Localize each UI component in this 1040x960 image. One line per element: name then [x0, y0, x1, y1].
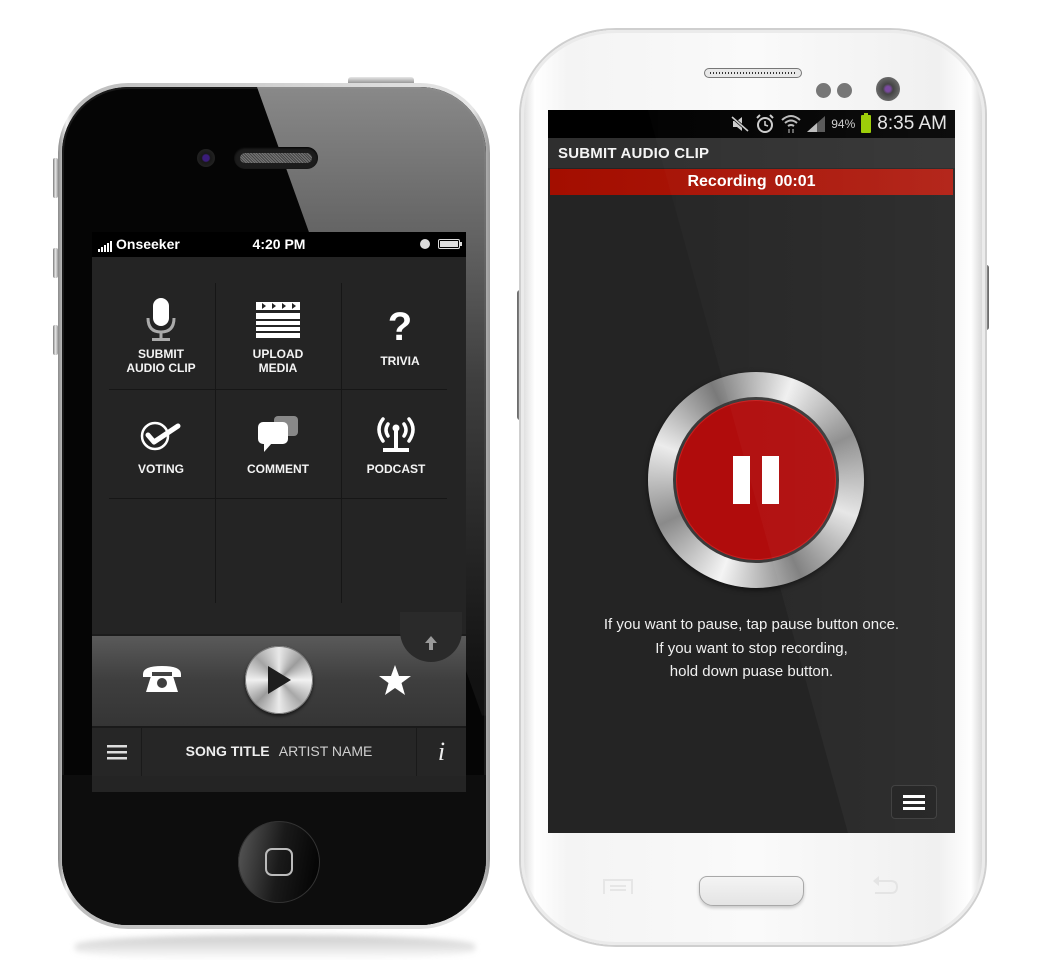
- recording-status-bar: Recording 00:01: [550, 169, 953, 195]
- artist-name: ARTIST NAME: [278, 743, 373, 759]
- ios-status-bar: Onseeker 4:20 PM: [92, 232, 466, 257]
- signal-icon: [807, 116, 826, 132]
- instructions: If you want to pause, tap pause button o…: [548, 613, 955, 684]
- favorite-button[interactable]: [378, 664, 412, 701]
- recording-label: Recording: [687, 173, 767, 190]
- back-key[interactable]: [871, 876, 899, 899]
- iphone-device: Onseeker 4:20 PM SUBMIT AUDIO CLIP UPLOA…: [58, 83, 490, 929]
- battery-percent: 94%: [831, 117, 856, 131]
- alarm-icon: [756, 114, 774, 133]
- proximity-sensor: [816, 83, 831, 98]
- feature-grid: SUBMIT AUDIO CLIP UPLOAD MEDIA ? TRIVIA …: [109, 283, 447, 603]
- grid-item-label: COMMENT: [247, 462, 309, 476]
- info-button[interactable]: i: [416, 728, 466, 776]
- play-icon: [268, 666, 291, 694]
- instruction-line: hold down puase button.: [669, 663, 834, 680]
- telephone-icon: [143, 666, 181, 692]
- grid-item-trivia[interactable]: ? TRIVIA: [344, 283, 456, 389]
- iphone-screen: Onseeker 4:20 PM SUBMIT AUDIO CLIP UPLOA…: [92, 232, 466, 792]
- grid-item-label: TRIVIA: [380, 354, 420, 368]
- grid-item-label: UPLOAD MEDIA: [252, 347, 304, 375]
- star-icon: [379, 665, 411, 695]
- grid-item-comment[interactable]: COMMENT: [222, 391, 334, 497]
- light-sensor: [837, 83, 852, 98]
- pause-icon: [676, 400, 836, 560]
- galaxy-home-button[interactable]: [699, 876, 804, 906]
- options-menu-button[interactable]: [891, 785, 937, 819]
- status-time: 8:35 AM: [877, 113, 947, 134]
- telephone-button[interactable]: [142, 664, 182, 699]
- page-title: SUBMIT AUDIO CLIP: [548, 138, 955, 168]
- battery-icon: [438, 239, 462, 249]
- iphone-home-button[interactable]: [238, 821, 320, 903]
- home-square-icon: [265, 848, 293, 876]
- broadcast-antenna-icon: [372, 412, 420, 458]
- front-camera-icon: [197, 149, 215, 167]
- speech-bubbles-icon: [254, 412, 302, 458]
- check-circle-icon: [137, 412, 185, 458]
- status-time: 4:20 PM: [252, 236, 306, 252]
- grid-item-label: PODCAST: [366, 462, 426, 476]
- grid-item-submit-audio-clip[interactable]: SUBMIT AUDIO CLIP: [105, 283, 217, 389]
- now-playing-track: SONG TITLE ARTIST NAME: [142, 743, 416, 759]
- grid-divider: [109, 498, 447, 499]
- mute-icon: [731, 116, 750, 132]
- galaxy-screen: 94% 8:35 AM SUBMIT AUDIO CLIP Recording 0…: [548, 110, 955, 833]
- grid-divider: [109, 389, 447, 390]
- hamburger-icon: [106, 744, 127, 759]
- earpiece-speaker: [234, 147, 318, 169]
- play-button[interactable]: [245, 646, 313, 714]
- pause-record-button[interactable]: [648, 372, 864, 588]
- grid-item-label: SUBMIT AUDIO CLIP: [126, 347, 196, 375]
- alarm-clock-icon: [420, 239, 430, 249]
- galaxy-earpiece-speaker: [704, 68, 802, 78]
- arrow-up-icon: [425, 636, 437, 650]
- hamburger-icon: [903, 794, 925, 798]
- grid-item-voting[interactable]: VOTING: [105, 391, 217, 497]
- microphone-icon: [137, 297, 185, 343]
- recording-timer: 00:01: [774, 173, 816, 190]
- battery-icon: [861, 113, 872, 133]
- now-playing-bar: SONG TITLE ARTIST NAME i: [92, 726, 466, 776]
- clapperboard-icon: [254, 297, 302, 343]
- wifi-icon: [781, 115, 801, 133]
- galaxy-front-camera-icon: [876, 77, 900, 101]
- menu-button[interactable]: [92, 728, 142, 776]
- status-icons: 94% 8:35 AM: [731, 113, 947, 135]
- iphone-reflection: [75, 935, 475, 960]
- grid-item-podcast[interactable]: PODCAST: [340, 391, 452, 497]
- iphone-front: Onseeker 4:20 PM SUBMIT AUDIO CLIP UPLOA…: [62, 87, 486, 925]
- back-arrow-icon: [873, 876, 899, 894]
- menu-key-icon[interactable]: [603, 879, 633, 894]
- song-title: SONG TITLE: [185, 743, 270, 759]
- question-icon: ?: [387, 305, 413, 349]
- grid-item-upload-media[interactable]: UPLOAD MEDIA: [222, 283, 334, 389]
- instruction-line: If you want to stop recording,: [655, 639, 848, 657]
- grid-item-label: VOTING: [137, 462, 184, 476]
- instruction-line: If you want to pause, tap pause button o…: [603, 616, 900, 633]
- info-icon: i: [437, 737, 446, 766]
- android-status-bar: 94% 8:35 AM: [548, 110, 955, 138]
